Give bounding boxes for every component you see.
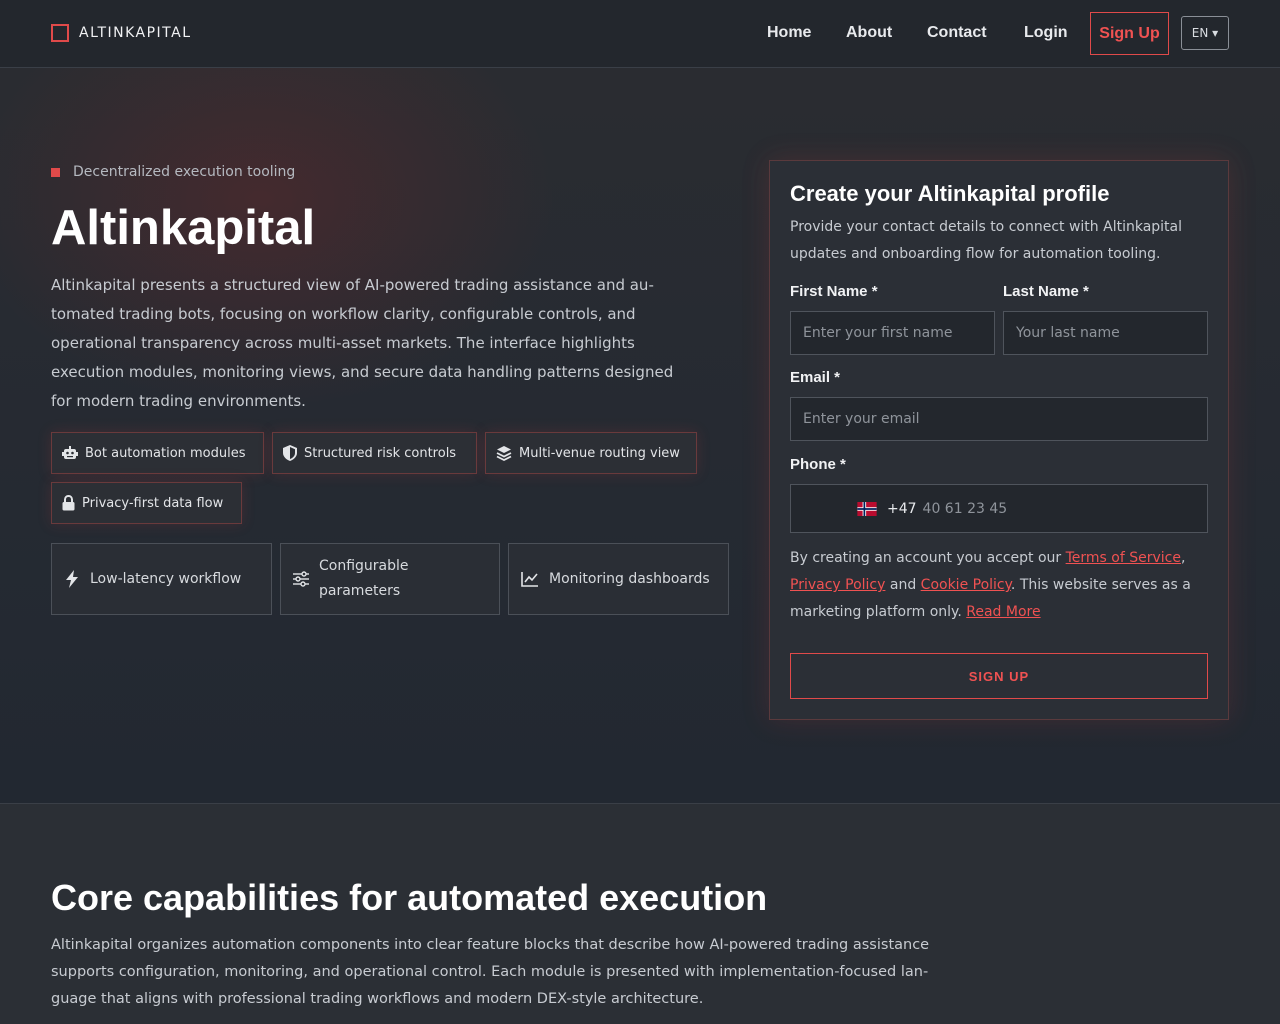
privacy-policy-link[interactable]: Privacy Policy [790, 577, 885, 593]
hero-description: Altinkapital presents a structured view … [51, 276, 674, 410]
last-name-label: Last Name * [1003, 283, 1089, 300]
capabilities-description: Altinkapital organizes automation compon… [51, 937, 930, 1007]
lock-icon [62, 495, 75, 511]
chip-routing-view: Multi-venue routing view [485, 432, 697, 474]
logo-square-icon [51, 24, 69, 42]
phone-input[interactable]: +47 40 61 23 45 [790, 484, 1208, 533]
terms-prefix: By creating an account you accept our [790, 550, 1066, 566]
phone-placeholder: 40 61 23 45 [922, 500, 1008, 517]
nav-link-home[interactable]: Home [767, 24, 811, 42]
signup-card-subtitle: Provide your contact details to connect … [790, 219, 1183, 262]
robot-icon [62, 446, 78, 459]
phone-label: Phone * [790, 456, 846, 473]
nav-signup-button[interactable]: Sign Up [1090, 12, 1169, 55]
first-name-input[interactable] [790, 311, 995, 355]
feature-label: Configurable parameters [319, 558, 409, 599]
chip-label: Structured risk controls [304, 445, 457, 461]
signup-card: Create your Altinkapital profile Provide… [769, 160, 1229, 720]
nav-link-about[interactable]: About [846, 24, 892, 42]
brand-name: ALTINKAPITAL [79, 25, 192, 41]
hero-eyebrow: Decentralized execution tooling [51, 164, 295, 180]
chip-label: Bot automation modules [85, 445, 246, 461]
nav-link-login[interactable]: Login [1024, 24, 1068, 42]
eyebrow-square-icon [51, 167, 60, 177]
shield-icon [283, 445, 297, 461]
cookie-policy-link[interactable]: Cookie Policy [921, 577, 1011, 593]
signup-submit-button[interactable]: SIGN UP [790, 653, 1208, 699]
norway-flag-icon[interactable] [857, 501, 877, 516]
read-more-link[interactable]: Read More [966, 604, 1040, 620]
eyebrow-text: Decentralized execution tooling [73, 164, 296, 180]
brand-logo[interactable]: ALTINKAPITAL [51, 24, 192, 42]
feature-low-latency: Low-latency workflow [51, 543, 272, 615]
first-name-label: First Name * [790, 283, 878, 300]
phone-dial-code: +47 [887, 500, 917, 517]
email-label: Email * [790, 369, 841, 386]
hero-title: Altinkapital [51, 201, 316, 255]
sliders-icon [293, 571, 309, 587]
email-input[interactable] [790, 397, 1208, 441]
feature-configurable: Configurable parameters [280, 543, 500, 615]
feature-monitoring: Monitoring dashboards [508, 543, 729, 615]
layers-icon [496, 446, 512, 461]
terms-separator: , [1181, 550, 1186, 566]
chip-privacy: Privacy-first data flow [51, 482, 242, 524]
feature-label: Low-latency workflow [90, 570, 242, 587]
chip-label: Multi-venue routing view [519, 445, 680, 461]
top-navbar: ALTINKAPITAL Home About Contact Login Si… [0, 0, 1280, 68]
feature-label: Monitoring dashboards [549, 570, 710, 587]
terms-of-service-link[interactable]: Terms of Service [1066, 550, 1181, 566]
bolt-icon [66, 570, 78, 588]
chip-label: Privacy-first data flow [82, 495, 224, 511]
language-selector[interactable]: EN ▾ [1181, 16, 1229, 50]
chip-risk-controls: Structured risk controls [272, 432, 477, 474]
hero-section: Decentralized execution tooling Altinkap… [0, 68, 1280, 804]
capabilities-title: Core capabilities for automated executio… [51, 877, 768, 918]
terms-text: By creating an account you accept our Te… [790, 545, 1210, 626]
chart-line-icon [521, 572, 538, 587]
signup-card-title: Create your Altinkapital profile [790, 181, 1110, 206]
terms-and: and [885, 577, 921, 593]
last-name-input[interactable] [1003, 311, 1208, 355]
nav-link-contact[interactable]: Contact [927, 24, 987, 42]
chip-bot-automation: Bot automation modules [51, 432, 264, 474]
